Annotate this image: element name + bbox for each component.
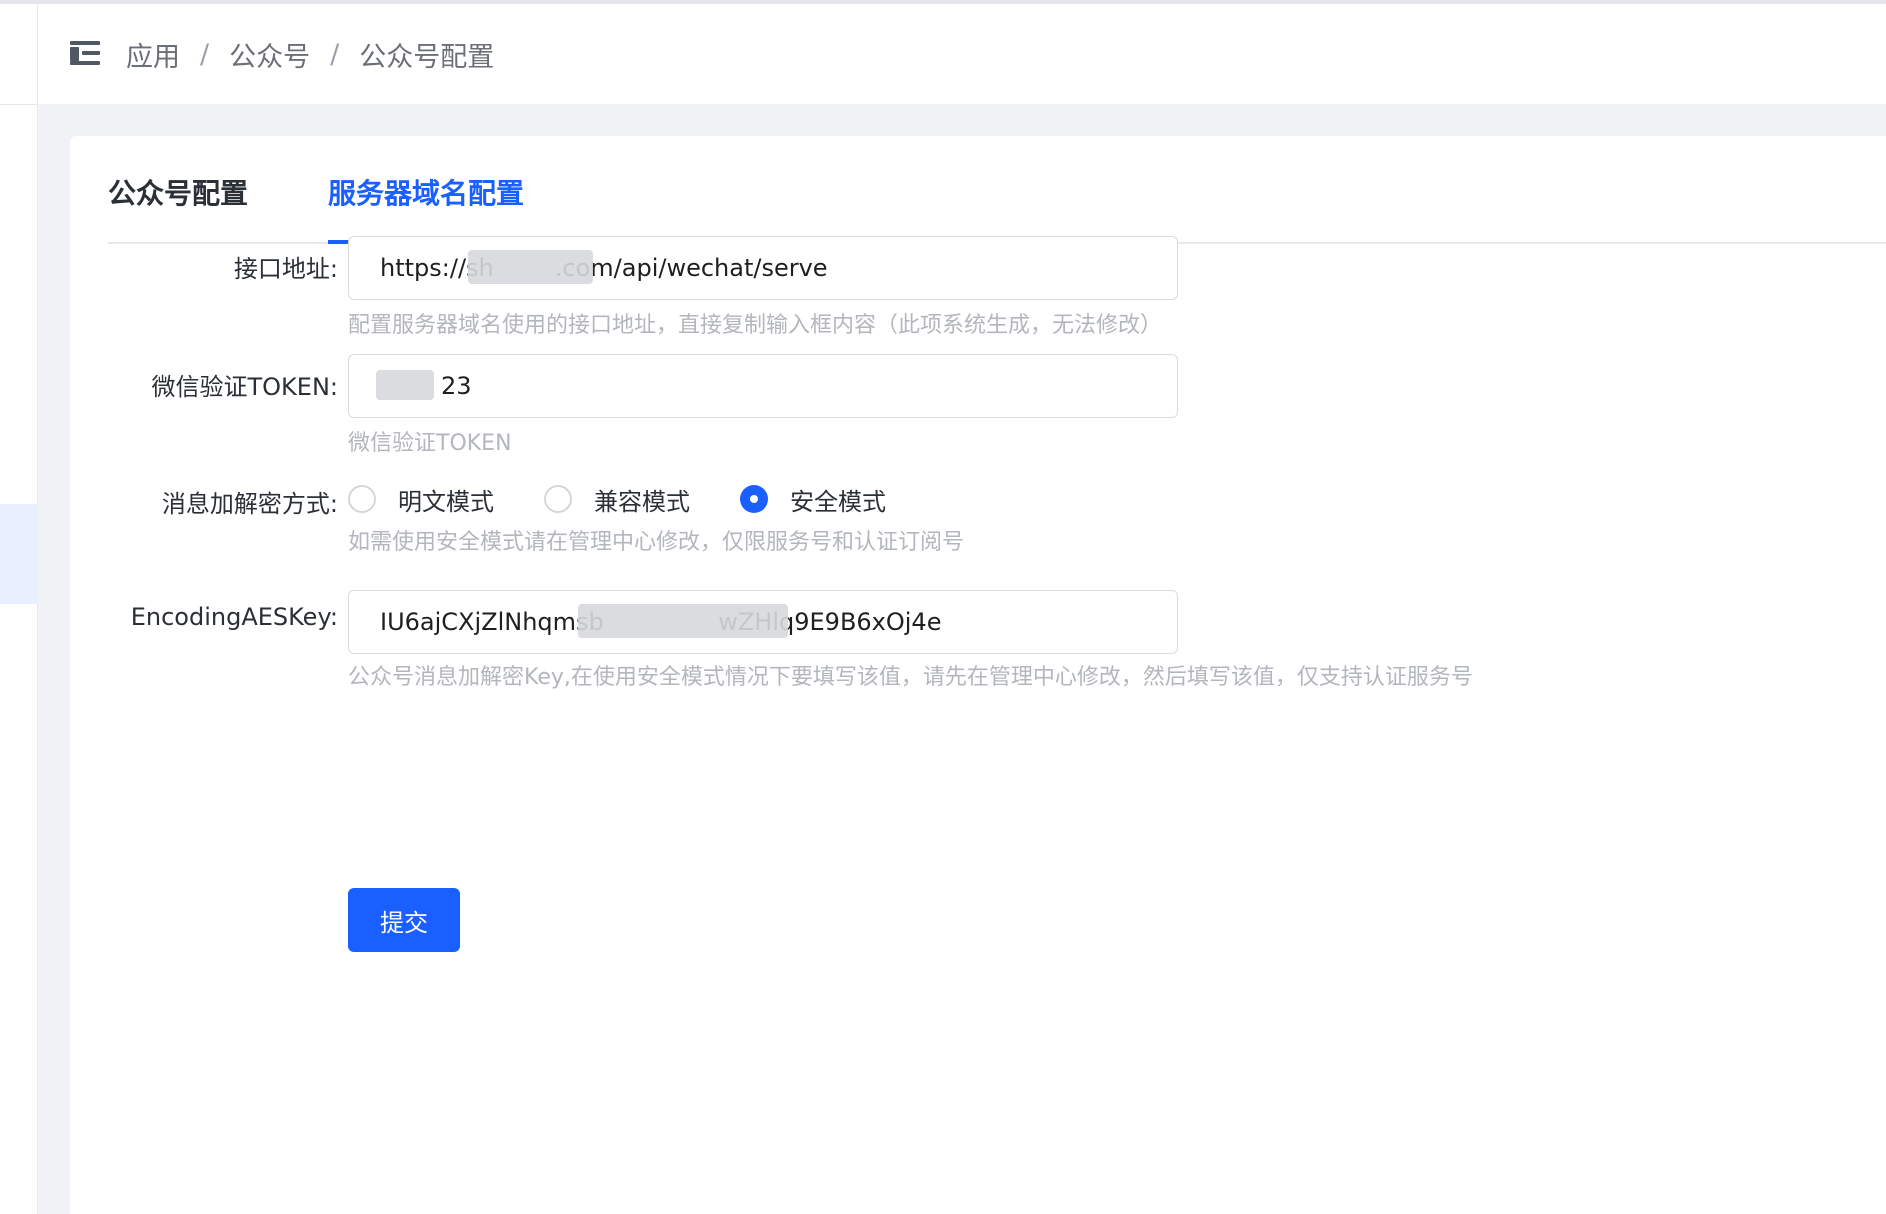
tab-server-domain-config[interactable]: 服务器域名配置	[328, 172, 524, 212]
redaction-blur	[376, 370, 434, 400]
radio-compatible-mode[interactable]: 兼容模式	[544, 482, 690, 517]
aes-key-label: EncodingAESKey:	[130, 603, 338, 631]
token-hint: 微信验证TOKEN	[348, 431, 512, 456]
sidebar-divider	[0, 104, 38, 105]
radio-label: 兼容模式	[594, 487, 690, 516]
menu-line	[70, 41, 100, 45]
aes-key-hint: 公众号消息加解密Key,在使用安全模式情况下要填写该值，请先在管理中心修改，然后…	[348, 665, 1473, 690]
breadcrumb-item-current: 公众号配置	[359, 41, 495, 73]
radio-circle[interactable]	[348, 485, 376, 513]
sidebar-active-indicator[interactable]	[0, 504, 38, 604]
radio-plaintext-mode[interactable]: 明文模式	[348, 482, 494, 517]
tab-bar: 公众号配置 服务器域名配置	[108, 136, 1886, 244]
breadcrumb-item-app[interactable]: 应用	[126, 35, 180, 74]
menu-arrow	[70, 47, 79, 61]
radio-secure-mode[interactable]: 安全模式	[740, 482, 886, 517]
radio-label: 明文模式	[398, 487, 494, 516]
breadcrumb: 应用 / 公众号 / 公众号配置	[126, 35, 494, 74]
radio-circle-checked[interactable]	[740, 485, 768, 513]
tab-account-config[interactable]: 公众号配置	[108, 172, 248, 212]
menu-fold-icon[interactable]	[70, 41, 100, 67]
breadcrumb-separator: /	[200, 38, 210, 70]
breadcrumb-item-official-account[interactable]: 公众号	[229, 35, 310, 74]
sidebar-edge	[0, 4, 38, 1214]
redaction-blur	[578, 604, 788, 638]
content-card: 公众号配置 服务器域名配置 接口地址: 配置服务器域名使用的接口地址，直接复制输…	[70, 136, 1886, 1214]
radio-circle[interactable]	[544, 485, 572, 513]
top-header: 应用 / 公众号 / 公众号配置	[38, 4, 1886, 104]
redaction-blur	[468, 250, 593, 284]
submit-button[interactable]: 提交	[348, 888, 460, 952]
encryption-radio-group: 明文模式 兼容模式 安全模式	[348, 479, 936, 519]
breadcrumb-separator: /	[330, 38, 340, 70]
menu-line	[70, 61, 100, 65]
radio-label: 安全模式	[790, 487, 886, 516]
api-url-hint: 配置服务器域名使用的接口地址，直接复制输入框内容（此项系统生成，无法修改）	[348, 313, 1163, 338]
token-label: 微信验证TOKEN:	[151, 373, 339, 401]
encryption-hint: 如需使用安全模式请在管理中心修改，仅限服务号和认证订阅号	[348, 530, 965, 555]
encryption-label: 消息加解密方式:	[161, 490, 338, 518]
menu-line	[82, 51, 100, 55]
token-input[interactable]	[348, 354, 1178, 418]
api-url-label: 接口地址:	[233, 255, 338, 283]
